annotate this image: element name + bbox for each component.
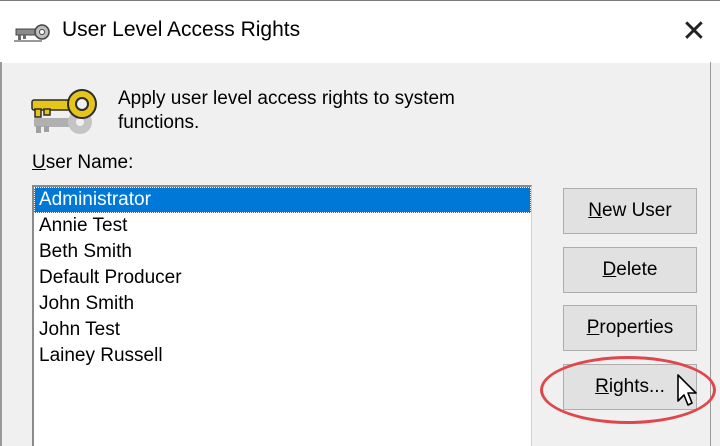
new-user-button[interactable]: New User — [563, 188, 697, 234]
properties-label: roperties — [599, 317, 674, 338]
description-text: Apply user level access rights to system… — [118, 88, 455, 133]
properties-button[interactable]: Properties — [563, 305, 697, 351]
delete-accel: D — [602, 259, 617, 280]
new-user-label: ew User — [602, 200, 672, 221]
delete-button[interactable]: Delete — [563, 247, 697, 293]
mouse-cursor-icon — [677, 374, 697, 406]
close-button[interactable]: ✕ — [672, 11, 716, 53]
user-name-label-rest: ser Name: — [45, 152, 134, 173]
key-icon — [14, 24, 50, 42]
properties-accel: P — [586, 317, 600, 338]
list-item-john-smith[interactable]: John Smith — [34, 291, 531, 317]
delete-label: elete — [616, 259, 658, 280]
user-name-label: User Name: — [32, 152, 133, 174]
list-item-administrator[interactable]: Administrator — [34, 187, 531, 213]
close-icon: ✕ — [681, 15, 707, 48]
list-item-beth-smith[interactable]: Beth Smith — [34, 239, 531, 265]
new-user-accel: N — [588, 200, 603, 221]
list-item-john-test[interactable]: John Test — [34, 317, 531, 343]
window-title: User Level Access Rights — [62, 18, 301, 41]
list-item-lainey-russell[interactable]: Lainey Russell — [34, 343, 531, 369]
window-border-left — [0, 62, 2, 446]
list-item-annie-test[interactable]: Annie Test — [34, 213, 531, 239]
title-bar[interactable]: User Level Access Rights ✕ — [0, 0, 720, 63]
user-listbox[interactable]: Administrator Annie Test Beth Smith Defa… — [32, 185, 532, 446]
user-name-label-accel: U — [32, 152, 46, 173]
list-item-default-producer[interactable]: Default Producer — [34, 265, 531, 291]
keys-icon — [31, 89, 97, 134]
dialog-window: User Level Access Rights ✕ Apply user le… — [0, 0, 720, 446]
